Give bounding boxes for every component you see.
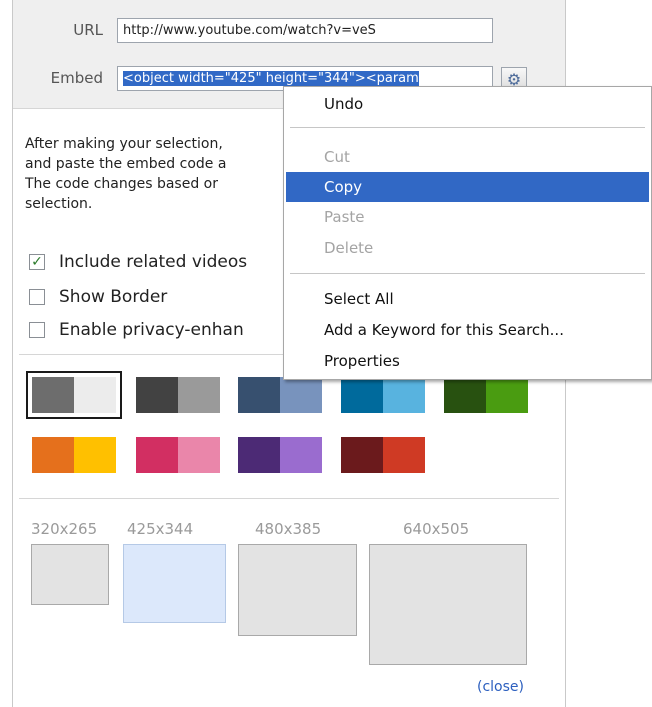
menu-item-properties[interactable]: Properties xyxy=(286,346,649,376)
option-show-border[interactable]: Show Border xyxy=(29,287,167,307)
instructions-line: and paste the embed code a xyxy=(25,156,227,172)
size-label-425x344: 425x344 xyxy=(127,520,194,538)
menu-item-paste: Paste xyxy=(324,208,365,226)
instructions-line: After making your selection, xyxy=(25,136,223,152)
option-related-videos[interactable]: ✓ Include related videos xyxy=(29,252,247,272)
instructions-line: The code changes based or xyxy=(25,176,218,192)
color-swatch[interactable] xyxy=(341,377,425,413)
color-swatch[interactable] xyxy=(32,437,116,473)
color-swatch[interactable] xyxy=(136,377,220,413)
instructions-line: selection. xyxy=(25,196,93,212)
size-option-640x505[interactable] xyxy=(369,544,527,665)
embed-label: Embed xyxy=(50,69,103,87)
checkbox[interactable] xyxy=(29,289,45,305)
option-label: Include related videos xyxy=(59,252,248,272)
option-label: Enable privacy-enhan xyxy=(59,320,244,340)
size-option-480x385[interactable] xyxy=(238,544,357,636)
embed-code-selection: <object width="425" height="344"><param xyxy=(123,71,419,86)
color-swatch[interactable] xyxy=(238,437,322,473)
color-swatch[interactable] xyxy=(444,377,528,413)
size-label-320x265: 320x265 xyxy=(31,520,98,538)
menu-item-delete: Delete xyxy=(324,239,374,257)
size-label-480x385: 480x385 xyxy=(255,520,322,538)
option-privacy-enhanced[interactable]: Enable privacy-enhan xyxy=(29,320,244,340)
divider xyxy=(19,498,559,499)
size-label-640x505: 640x505 xyxy=(403,520,470,538)
color-swatch[interactable] xyxy=(341,437,425,473)
menu-item-copy[interactable]: Copy xyxy=(286,172,649,202)
size-option-320x265[interactable] xyxy=(31,544,109,605)
menu-item-undo[interactable]: Undo xyxy=(286,89,649,119)
instructions-text: After making your selection, and paste t… xyxy=(25,134,295,214)
menu-separator xyxy=(290,273,645,274)
url-field[interactable]: http://www.youtube.com/watch?v=veS xyxy=(117,18,493,43)
url-label: URL xyxy=(73,21,103,39)
menu-item-cut: Cut xyxy=(324,148,350,166)
menu-item-select-all[interactable]: Select All xyxy=(286,284,649,314)
check-icon[interactable]: ✓ xyxy=(29,254,45,270)
checkbox[interactable] xyxy=(29,322,45,338)
option-label: Show Border xyxy=(59,287,168,307)
size-option-425x344[interactable] xyxy=(123,544,226,623)
context-menu: Undo Cut Copy Paste Delete Select All Ad… xyxy=(283,86,652,380)
menu-separator xyxy=(290,127,645,128)
color-swatch[interactable] xyxy=(238,377,322,413)
close-link[interactable]: (close) xyxy=(477,679,524,695)
color-swatch[interactable] xyxy=(26,371,122,419)
color-swatch[interactable] xyxy=(136,437,220,473)
menu-item-add-keyword[interactable]: Add a Keyword for this Search... xyxy=(286,315,649,345)
